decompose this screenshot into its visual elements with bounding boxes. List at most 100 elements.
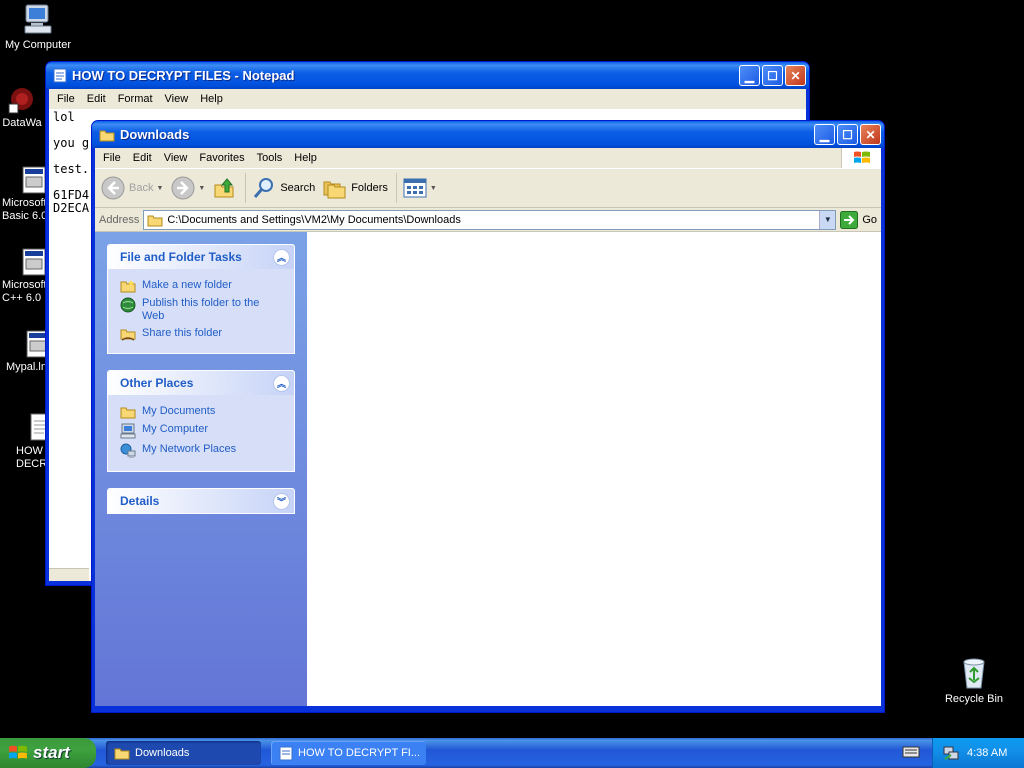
notepad-icon xyxy=(53,68,67,83)
up-folder-icon xyxy=(214,178,234,198)
menu-view[interactable]: View xyxy=(158,152,194,164)
dropdown-arrow-icon[interactable]: ▼ xyxy=(198,185,205,192)
application-icon xyxy=(22,166,46,194)
desktop-icon-label: Mypal.ln xyxy=(6,361,47,373)
publish-to-web-link[interactable]: Publish this folder to the Web xyxy=(120,297,284,323)
notepad-titlebar[interactable]: HOW TO DECRYPT FILES - Notepad ▁ ☐ ✕ xyxy=(46,62,809,89)
taskbar-item-label: HOW TO DECRYPT FI... xyxy=(298,747,421,759)
menu-file[interactable]: File xyxy=(97,152,127,164)
my-computer-link[interactable]: My Computer xyxy=(120,423,284,439)
keyboard-icon[interactable] xyxy=(902,745,920,759)
application-icon xyxy=(22,248,46,276)
search-button[interactable]: Search xyxy=(252,176,315,200)
new-folder-icon xyxy=(120,280,136,293)
search-icon xyxy=(254,178,274,198)
taskbar-item-downloads[interactable]: Downloads xyxy=(106,741,261,765)
views-button[interactable]: ▼ xyxy=(403,178,437,198)
link-label: Share this folder xyxy=(142,327,223,339)
up-folder-button[interactable] xyxy=(213,176,237,200)
forward-button[interactable]: ▼ xyxy=(171,176,205,200)
menu-file[interactable]: File xyxy=(51,93,81,105)
back-button[interactable]: Back ▼ xyxy=(101,176,163,200)
menu-help[interactable]: Help xyxy=(194,93,229,105)
desktop-icon-recycle-bin[interactable]: Recycle Bin xyxy=(936,656,1012,706)
start-button[interactable]: start xyxy=(0,738,96,768)
desktop-icon-label: My Computer xyxy=(4,39,72,51)
address-dropdown-button[interactable]: ▼ xyxy=(819,210,836,229)
go-button[interactable]: Go xyxy=(840,210,877,229)
address-input[interactable]: C:\Documents and Settings\VM2\My Documen… xyxy=(143,209,837,230)
desktop-icon-label: Microsoft xyxy=(2,279,47,291)
notepad-icon xyxy=(279,746,293,760)
explorer-content: File and Folder Tasks ︽ Make a new folde… xyxy=(95,232,881,706)
dropdown-arrow-icon[interactable]: ▼ xyxy=(156,185,163,192)
desktop-icon-vb6[interactable]: Microsoft Basic 6.0 xyxy=(0,166,48,223)
toolbar-separator xyxy=(245,173,247,203)
taskbar-item-label: Downloads xyxy=(135,747,190,759)
menu-format[interactable]: Format xyxy=(112,93,159,105)
panel-header[interactable]: Other Places ︽ xyxy=(108,371,294,395)
minimize-button[interactable]: ▁ xyxy=(739,65,760,86)
back-label: Back xyxy=(129,182,154,194)
folders-button[interactable]: Folders xyxy=(323,177,388,199)
expand-chevron-icon[interactable]: ︾ xyxy=(273,492,290,510)
menu-edit[interactable]: Edit xyxy=(127,152,158,164)
my-documents-icon xyxy=(120,407,136,419)
link-label: Make a new folder xyxy=(142,279,232,291)
desktop-icon-label-line2: C++ 6.0 xyxy=(2,292,42,304)
toolbar-separator xyxy=(395,173,397,203)
other-places-panel: Other Places ︽ My Documents My Computer … xyxy=(107,370,295,472)
windows-logo xyxy=(841,148,881,168)
network-tray-icon[interactable] xyxy=(943,745,959,761)
horizontal-scrollbar[interactable]: ◀ xyxy=(49,568,103,595)
search-label: Search xyxy=(280,182,316,194)
window-title: Downloads xyxy=(120,127,190,142)
menu-view[interactable]: View xyxy=(159,93,195,105)
collapse-chevron-icon[interactable]: ︽ xyxy=(273,374,290,392)
notepad-menubar: File Edit Format View Help xyxy=(49,89,806,109)
close-button[interactable]: ✕ xyxy=(785,65,806,86)
clock[interactable]: 4:38 AM xyxy=(967,747,1007,759)
folders-icon xyxy=(323,181,346,199)
desktop-icon-my-computer[interactable]: My Computer xyxy=(0,2,76,52)
folders-label: Folders xyxy=(351,182,388,194)
windows-flag-icon xyxy=(9,745,27,759)
panel-header[interactable]: Details ︾ xyxy=(108,489,294,513)
chevron-down-icon: ▼ xyxy=(823,215,832,224)
link-label: My Computer xyxy=(142,423,209,435)
file-list-view[interactable] xyxy=(307,232,881,706)
globe-icon xyxy=(120,297,136,313)
explorer-titlebar[interactable]: Downloads ▁ ☐ ✕ xyxy=(92,121,884,148)
maximize-button[interactable]: ☐ xyxy=(762,65,783,86)
share-folder-icon xyxy=(120,329,136,341)
desktop-icon-decrypt-txt[interactable]: HOW DECR xyxy=(4,412,52,471)
my-documents-link[interactable]: My Documents xyxy=(120,405,284,419)
minimize-button[interactable]: ▁ xyxy=(814,124,835,145)
menu-favorites[interactable]: Favorites xyxy=(193,152,250,164)
menu-tools[interactable]: Tools xyxy=(251,152,289,164)
desktop-icon-mypal[interactable]: Mypal.ln xyxy=(0,330,50,374)
close-button[interactable]: ✕ xyxy=(860,124,881,145)
dropdown-arrow-icon[interactable]: ▼ xyxy=(430,185,437,192)
panel-header[interactable]: File and Folder Tasks ︽ xyxy=(108,245,294,269)
taskbar-item-notepad[interactable]: HOW TO DECRYPT FI... xyxy=(271,741,426,765)
panel-title: File and Folder Tasks xyxy=(120,250,242,264)
desktop-icon-vc6[interactable]: Microsoft C++ 6.0 xyxy=(0,248,48,305)
link-label: My Network Places xyxy=(142,443,237,455)
go-label: Go xyxy=(862,213,877,226)
desktop-icon-label: DataWa xyxy=(2,117,42,129)
folder-icon xyxy=(147,215,163,226)
desktop-icon-label: HOW xyxy=(16,445,43,457)
maximize-button[interactable]: ☐ xyxy=(837,124,858,145)
explorer-window[interactable]: Downloads ▁ ☐ ✕ File Edit View Favorites… xyxy=(91,120,885,713)
link-label: Publish this folder to the Web xyxy=(142,297,260,322)
make-new-folder-link[interactable]: Make a new folder xyxy=(120,279,284,293)
menu-edit[interactable]: Edit xyxy=(81,93,112,105)
my-network-places-link[interactable]: My Network Places xyxy=(120,443,284,459)
my-computer-icon xyxy=(120,423,136,439)
desktop-icon-datawa[interactable]: DataWa xyxy=(0,84,48,130)
task-pane: File and Folder Tasks ︽ Make a new folde… xyxy=(95,232,307,706)
menu-help[interactable]: Help xyxy=(288,152,323,164)
collapse-chevron-icon[interactable]: ︽ xyxy=(273,248,290,266)
share-folder-link[interactable]: Share this folder xyxy=(120,327,284,341)
